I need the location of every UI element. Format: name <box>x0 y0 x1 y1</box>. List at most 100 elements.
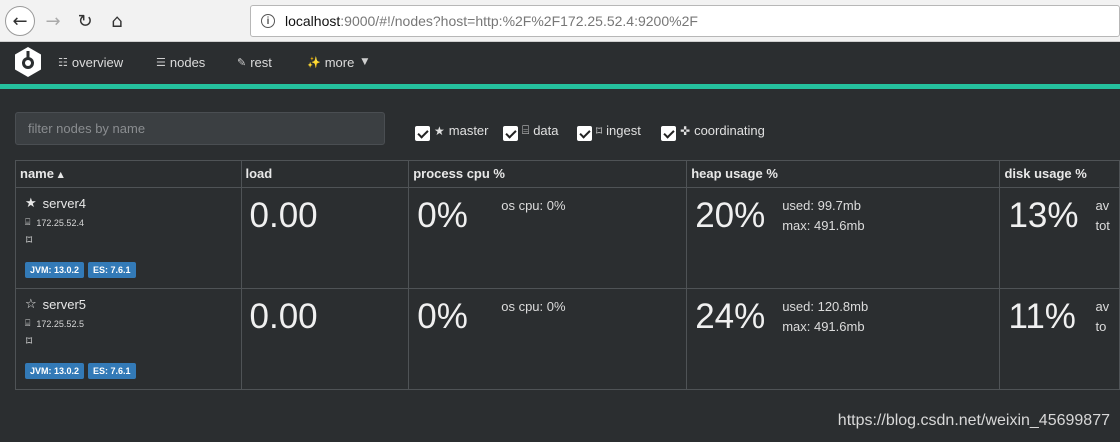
heap-max: max: 491.6mb <box>782 319 865 334</box>
heap-cell: 24% used: 120.8mb max: 491.6mb <box>686 288 1001 390</box>
crop-icon: ⌑ <box>596 123 603 138</box>
back-icon[interactable]: ← <box>5 6 35 36</box>
column-header-heap[interactable]: heap usage % <box>686 160 1001 188</box>
star-empty-icon: ☆ <box>25 297 37 312</box>
filter-nodes-input[interactable] <box>15 112 385 145</box>
disk-available: av <box>1095 299 1110 314</box>
role-coordinating-label: coordinating <box>694 123 765 138</box>
nav-rest-label: rest <box>250 54 272 70</box>
star-filled-icon: ★ <box>25 196 37 211</box>
info-icon[interactable]: i <box>261 14 275 28</box>
node-name[interactable]: ☆ server5 <box>25 297 232 312</box>
arrows-icon: ✜ <box>680 123 691 138</box>
heap-value: 24% <box>695 297 766 336</box>
cpu-cell: 0% os cpu: 0% <box>408 288 688 390</box>
heap-max: max: 491.6mb <box>782 218 865 233</box>
table-row: ★ server4 ⌸ 172.25.52.4 ⌑ JVM: 13.0.2 ES… <box>15 187 1120 289</box>
heap-used: used: 120.8mb <box>782 299 869 314</box>
role-filter-coordinating[interactable]: ✜ coordinating <box>661 120 765 141</box>
jvm-badge: JVM: 13.0.2 <box>25 262 85 278</box>
nodes-table: name ▲ load process cpu % heap usage % d… <box>15 160 1120 390</box>
crop-icon: ⌑ <box>26 334 33 348</box>
nav-overview-label: overview <box>71 54 124 70</box>
node-name-label: server5 <box>42 297 87 312</box>
column-header-cpu[interactable]: process cpu % <box>408 160 688 188</box>
es-badge: ES: 7.6.1 <box>88 363 136 379</box>
node-ip-label: 172.25.52.5 <box>36 319 84 329</box>
edit-icon: ✎ <box>237 55 247 69</box>
os-cpu-value: os cpu: 0% <box>501 299 566 314</box>
disk-total: tot <box>1095 218 1110 233</box>
home-icon[interactable]: ⌂ <box>102 6 132 36</box>
nav-more[interactable]: ✨ more ▼ <box>307 54 368 70</box>
node-ip-label: 172.25.52.4 <box>36 218 84 228</box>
nav-nodes-label: nodes <box>169 54 206 70</box>
node-name-cell: ★ server4 ⌸ 172.25.52.4 ⌑ JVM: 13.0.2 ES… <box>15 187 242 289</box>
forward-icon[interactable]: → <box>38 6 68 36</box>
node-badges: JVM: 13.0.2 ES: 7.6.1 <box>25 262 136 278</box>
node-name-label: server4 <box>42 196 87 211</box>
master-checkbox[interactable] <box>415 126 430 141</box>
hdd-icon: ⌸ <box>25 319 31 329</box>
star-icon: ★ <box>434 123 445 138</box>
caret-down-icon: ▼ <box>361 57 369 67</box>
hdd-icon: ⌸ <box>522 123 530 137</box>
address-bar[interactable]: i localhost:9000/#!/nodes?host=http:%2F%… <box>250 5 1120 37</box>
node-ip: ⌸ 172.25.52.5 <box>25 319 232 329</box>
node-badges: JVM: 13.0.2 ES: 7.6.1 <box>25 363 136 379</box>
load-cell: 0.00 <box>240 288 410 390</box>
load-value: 0.00 <box>249 196 318 235</box>
disk-total: to <box>1095 319 1107 334</box>
load-value: 0.00 <box>249 297 318 336</box>
reload-icon[interactable]: ↻ <box>70 6 100 36</box>
role-master-label: master <box>448 123 489 138</box>
cerebro-logo-icon[interactable] <box>13 46 43 78</box>
sort-asc-icon: ▲ <box>57 170 64 180</box>
os-cpu-value: os cpu: 0% <box>501 198 566 213</box>
coordinating-checkbox[interactable] <box>661 126 676 141</box>
heap-used: used: 99.7mb <box>782 198 861 213</box>
hdd-icon: ⌸ <box>25 218 31 228</box>
role-data-label: data <box>533 123 559 138</box>
crop-icon: ⌑ <box>26 233 33 247</box>
jvm-badge: JVM: 13.0.2 <box>25 363 85 379</box>
role-ingest-label: ingest <box>606 123 641 138</box>
load-cell: 0.00 <box>240 187 410 289</box>
nav-more-label: more <box>324 54 355 70</box>
column-header-disk[interactable]: disk usage % <box>999 160 1120 188</box>
cpu-value: 0% <box>417 196 468 235</box>
nav-overview[interactable]: ☷ overview <box>58 54 123 70</box>
role-filter-master[interactable]: ★ master <box>415 120 489 141</box>
browser-toolbar: ← → ↻ ⌂ i localhost:9000/#!/nodes?host=h… <box>0 0 1120 42</box>
column-header-load[interactable]: load <box>240 160 410 188</box>
role-filter-ingest[interactable]: ⌑ ingest <box>577 120 641 141</box>
nav-rest[interactable]: ✎ rest <box>237 54 272 70</box>
cpu-value: 0% <box>417 297 468 336</box>
server-icon: ☰ <box>156 55 166 69</box>
disk-value: 11% <box>1008 297 1076 336</box>
node-ip: ⌸ 172.25.52.4 <box>25 218 232 228</box>
heap-cell: 20% used: 99.7mb max: 491.6mb <box>686 187 1001 289</box>
nav-nodes[interactable]: ☰ nodes <box>156 54 205 70</box>
magic-icon: ✨ <box>307 55 321 69</box>
table-row: ☆ server5 ⌸ 172.25.52.5 ⌑ JVM: 13.0.2 ES… <box>15 288 1120 390</box>
node-name[interactable]: ★ server4 <box>25 196 232 211</box>
data-checkbox[interactable] <box>503 126 518 141</box>
node-name-cell: ☆ server5 ⌸ 172.25.52.5 ⌑ JVM: 13.0.2 ES… <box>15 288 242 390</box>
disk-value: 13% <box>1008 196 1079 235</box>
disk-cell: 13% av tot <box>999 187 1120 289</box>
ingest-checkbox[interactable] <box>577 126 592 141</box>
url-path: :9000/#!/nodes?host=http:%2F%2F172.25.52… <box>340 13 698 29</box>
column-header-name[interactable]: name ▲ <box>15 160 242 188</box>
heap-value: 20% <box>695 196 766 235</box>
watermark: https://blog.csdn.net/weixin_45699877 <box>837 412 1110 429</box>
sitemap-icon: ☷ <box>58 55 68 69</box>
role-filter-data[interactable]: ⌸ data <box>503 120 559 141</box>
disk-cell: 11% av to <box>999 288 1120 390</box>
url-host: localhost <box>285 13 341 29</box>
table-header-row: name ▲ load process cpu % heap usage % d… <box>15 160 1120 188</box>
disk-available: av <box>1095 198 1110 213</box>
cpu-cell: 0% os cpu: 0% <box>408 187 688 289</box>
navbar-accent-line <box>0 84 1120 89</box>
es-badge: ES: 7.6.1 <box>88 262 136 278</box>
